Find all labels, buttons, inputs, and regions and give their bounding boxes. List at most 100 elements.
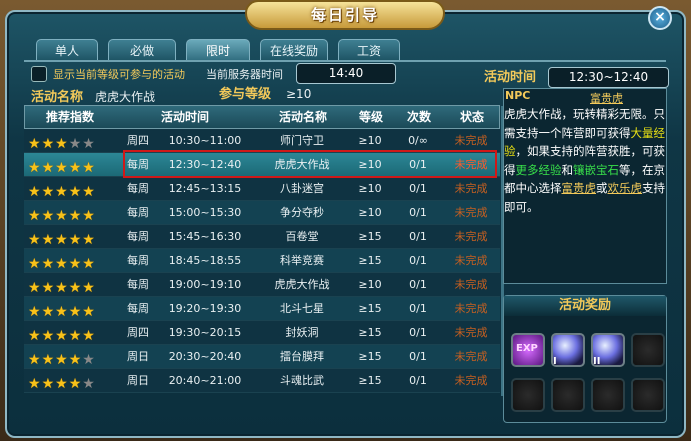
description-text: 更多经验 (515, 162, 562, 177)
description-text[interactable]: 欢乐虎 (608, 181, 643, 195)
npc-label: NPC (505, 89, 531, 102)
cell-time: 15:00~15:30 (168, 206, 242, 219)
star-icon: ★ (41, 256, 55, 272)
star-icon: ★ (55, 304, 68, 320)
description-text: 或 (596, 181, 608, 196)
cell-name: 封妖洞 (285, 326, 319, 339)
cell-time: 19:00~19:10 (168, 278, 242, 291)
cell-count: 0/1 (409, 302, 427, 315)
table-row[interactable]: ★★★★★ 周日 20:40~21:00 斗魂比武 ≥15 0/1 未完成 (24, 369, 500, 393)
tab-must-do[interactable]: 必做 (108, 39, 176, 61)
rating-stars: ★★★★★ (28, 181, 96, 200)
selected-row-highlight (123, 150, 497, 178)
level-label: 参与等级 (219, 87, 272, 102)
cell-status: 未完成 (454, 254, 488, 267)
detail-time-value: 12:30~12:40 (548, 67, 669, 88)
cell-level: ≥10 (358, 206, 382, 219)
description-text: 和 (561, 162, 574, 177)
cell-time: 15:45~16:30 (168, 230, 242, 243)
empty-reward-slot[interactable] (631, 333, 665, 367)
cell-time: 10:30~11:00 (168, 134, 242, 147)
star-icon: ★ (28, 160, 41, 176)
level-value: ≥10 (286, 87, 312, 101)
empty-reward-slot[interactable] (591, 378, 625, 412)
cell-name: 北斗七星 (280, 302, 324, 315)
cell-level: ≥10 (358, 134, 382, 147)
tab-online-reward[interactable]: 在线奖励 (260, 39, 328, 61)
show-available-checkbox[interactable] (31, 66, 47, 82)
star-icon: ★ (82, 304, 95, 320)
star-icon: ★ (41, 160, 55, 176)
cell-time: 20:40~21:00 (168, 374, 242, 387)
empty-reward-slot[interactable] (511, 378, 545, 412)
star-icon: ★ (55, 376, 68, 392)
star-icon: ★ (82, 328, 95, 344)
cell-level: ≥15 (358, 254, 382, 267)
cell-status: 未完成 (454, 230, 488, 243)
reward-slot-label: EXP (516, 343, 538, 354)
star-icon: ★ (41, 232, 55, 248)
star-icon: ★ (82, 136, 95, 152)
cell-day: 每周 (127, 206, 149, 219)
detail-time-label: 活动时间 (484, 70, 537, 85)
rating-stars: ★★★★★ (28, 301, 96, 320)
cell-count: 0/1 (409, 350, 427, 363)
cell-name: 斗魂比武 (280, 374, 324, 387)
table-row[interactable]: ★★★★★ 周日 20:30~20:40 擂台膜拜 ≥15 0/1 未完成 (24, 345, 500, 369)
empty-reward-slot[interactable] (631, 378, 665, 412)
npc-link[interactable]: 富贵虎 (590, 90, 623, 106)
star-icon: ★ (82, 376, 95, 392)
star-icon: ★ (68, 160, 82, 176)
reward-slot-label: II (593, 356, 601, 367)
star-icon: ★ (28, 256, 41, 272)
server-time-label: 当前服务器时间 (206, 68, 283, 81)
star-icon: ★ (55, 352, 68, 368)
cell-level: ≥15 (358, 302, 382, 315)
activity-description: 虎虎大作战，玩转精彩无限。只需支持一个阵营即可获得大量经验，如果支持的阵营获胜，… (504, 105, 674, 217)
cell-status: 未完成 (454, 350, 488, 363)
cell-status: 未完成 (454, 182, 488, 195)
star-icon: ★ (55, 256, 68, 272)
rating-stars: ★★★★★ (28, 277, 96, 296)
table-row[interactable]: ★★★★★ 每周 15:45~16:30 百卷堂 ≥15 0/1 未完成 (24, 225, 500, 249)
cell-status: 未完成 (454, 326, 488, 339)
table-row[interactable]: ★★★★★ 每周 12:45~13:15 八卦迷宫 ≥10 0/1 未完成 (24, 177, 500, 201)
star-icon: ★ (41, 376, 55, 392)
star-icon: ★ (41, 328, 55, 344)
table-row[interactable]: ★★★★★ 周四 19:30~20:15 封妖洞 ≥15 0/1 未完成 (24, 321, 500, 345)
cell-time: 19:30~20:15 (168, 326, 242, 339)
cell-time: 12:45~13:15 (168, 182, 242, 195)
cell-count: 0/1 (409, 326, 427, 339)
header-name: 活动名称 (278, 110, 327, 124)
star-icon: ★ (55, 280, 68, 296)
description-text: 镶嵌宝石 (573, 162, 619, 177)
cell-name: 科举竞赛 (280, 254, 324, 267)
cell-time: 18:45~18:55 (168, 254, 242, 267)
empty-reward-slot[interactable] (551, 378, 585, 412)
star-icon: ★ (55, 232, 68, 248)
tab-limited-time[interactable]: 限时 (186, 39, 250, 61)
table-row[interactable]: ★★★★★ 每周 15:00~15:30 争分夺秒 ≥10 0/1 未完成 (24, 201, 500, 225)
star-icon: ★ (41, 280, 55, 296)
activity-name-value: 虎虎大作战 (95, 90, 156, 104)
star-icon: ★ (68, 208, 82, 224)
cell-level: ≥10 (358, 278, 382, 291)
cell-name: 八卦迷宫 (280, 182, 324, 195)
star-icon: ★ (41, 304, 55, 320)
cell-status: 未完成 (454, 206, 488, 219)
star-icon: ★ (55, 208, 68, 224)
table-row[interactable]: ★★★★★ 每周 19:00~19:10 虎虎大作战 ≥10 0/1 未完成 (24, 273, 500, 297)
star-icon: ★ (82, 184, 95, 200)
table-row[interactable]: ★★★★★ 每周 19:20~19:30 北斗七星 ≥15 0/1 未完成 (24, 297, 500, 321)
table-row[interactable]: ★★★★★ 每周 18:45~18:55 科举竞赛 ≥15 0/1 未完成 (24, 249, 500, 273)
header-count: 次数 (406, 110, 431, 124)
tab-single[interactable]: 单人 (36, 39, 98, 61)
cell-day: 每周 (127, 302, 149, 315)
tab-salary[interactable]: 工资 (338, 39, 400, 61)
cell-status: 未完成 (454, 302, 488, 315)
close-icon[interactable]: × (648, 6, 672, 30)
star-icon: ★ (82, 160, 95, 176)
description-text[interactable]: 富贵虎 (562, 181, 597, 195)
header-time: 活动时间 (160, 110, 209, 124)
cell-day: 每周 (127, 230, 149, 243)
